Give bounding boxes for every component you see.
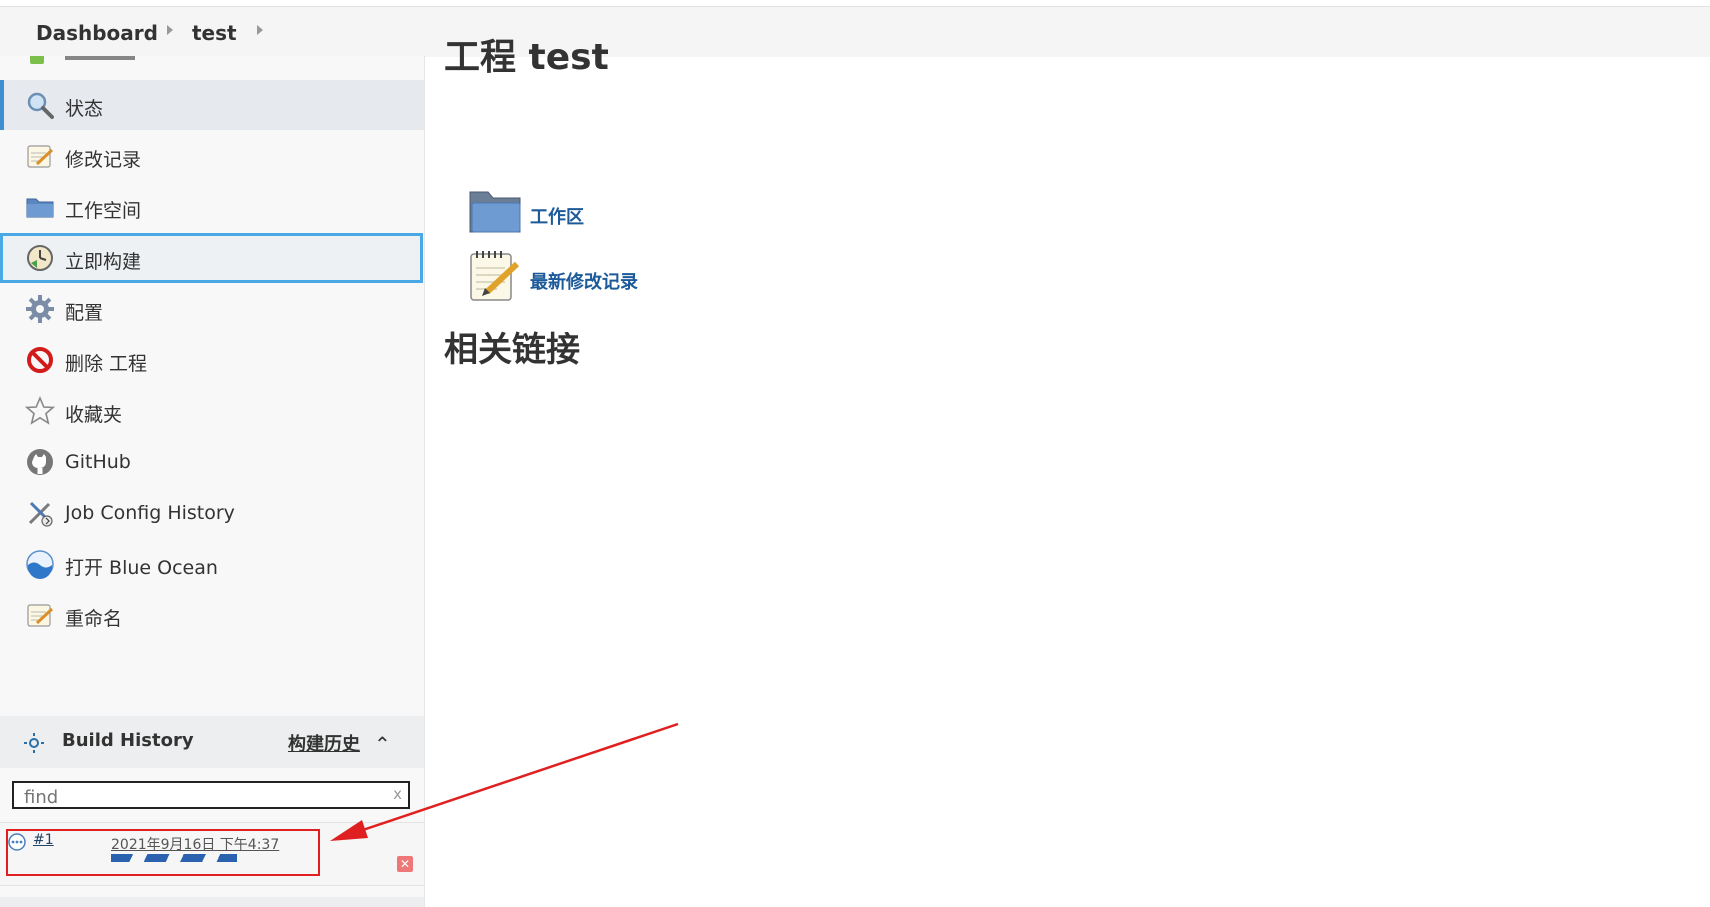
- gear-icon: [26, 295, 54, 323]
- last-changes-link[interactable]: 最新修改记录: [530, 268, 638, 294]
- page-title: 工程 test: [444, 37, 609, 76]
- back-icon: [30, 56, 44, 64]
- breadcrumb-dashboard[interactable]: Dashboard: [36, 21, 158, 45]
- annotation-arrow-icon: [330, 722, 679, 841]
- sidebar-item-label: 打开 Blue Ocean: [65, 557, 218, 579]
- search-icon: [27, 92, 54, 119]
- folder-icon: [26, 198, 54, 218]
- sidebar-item-label: 工作空间: [65, 200, 142, 222]
- sidebar-item-configure[interactable]: 配置: [0, 284, 424, 334]
- github-icon: [27, 449, 53, 475]
- sidebar-item-favorite[interactable]: 收藏夹: [0, 386, 424, 436]
- sidebar-item-label: 重命名: [65, 608, 123, 630]
- notepad-icon: [27, 145, 54, 168]
- blue-ocean-icon: [26, 550, 54, 579]
- build-history-title: Build History: [62, 730, 194, 751]
- related-links-heading: 相关链接: [444, 330, 580, 370]
- tools-icon: [28, 501, 53, 527]
- sidebar-item-changes[interactable]: 修改记录: [0, 131, 424, 181]
- sidebar-item-blue-ocean[interactable]: 打开 Blue Ocean: [0, 539, 424, 589]
- notepad-icon[interactable]: [467, 248, 523, 304]
- sidebar-item-job-config-history[interactable]: Job Config History: [0, 488, 424, 538]
- breadcrumb: Dashboard test: [0, 6, 1710, 57]
- sidebar-item-label: Job Config History: [65, 502, 235, 524]
- sidebar-item-label: 修改记录: [65, 149, 142, 171]
- sidebar-item-label: 配置: [65, 302, 104, 324]
- breadcrumb-separator-icon[interactable]: [167, 25, 173, 35]
- sidebar-item-rename[interactable]: 重命名: [0, 590, 424, 640]
- sidebar-item-label: 立即构建: [65, 251, 142, 273]
- notepad-icon: [27, 604, 54, 627]
- star-icon: [25, 396, 55, 425]
- sidebar-item-workspace[interactable]: 工作空间: [0, 182, 424, 232]
- sidebar-item-label: 状态: [65, 98, 104, 120]
- folder-icon[interactable]: [467, 186, 523, 236]
- breadcrumb-separator-icon[interactable]: [257, 25, 263, 35]
- sun-icon: [24, 733, 44, 753]
- sidebar-item-status[interactable]: 状态: [0, 80, 424, 130]
- sidebar-bottom-strip: [0, 897, 424, 907]
- no-entry-icon: [27, 347, 53, 373]
- breadcrumb-test[interactable]: test: [192, 21, 237, 45]
- clock-build-icon: [27, 245, 53, 271]
- sidebar-item-delete-project[interactable]: 删除 工程: [0, 335, 424, 385]
- sidebar-item-label: 收藏夹: [65, 404, 123, 426]
- sidebar-item-github[interactable]: GitHub: [0, 437, 424, 487]
- sidebar-item-label: GitHub: [65, 451, 131, 473]
- workspace-link[interactable]: 工作区: [530, 203, 584, 229]
- sidebar-cut-text: [65, 56, 135, 60]
- annotation-highlight-box: [6, 829, 320, 876]
- sidebar-item-build-now[interactable]: 立即构建: [0, 233, 423, 283]
- cancel-build-icon[interactable]: ✕: [397, 856, 413, 872]
- sidebar-item-label: 删除 工程: [65, 353, 148, 375]
- sidebar-cut-item: [0, 56, 424, 78]
